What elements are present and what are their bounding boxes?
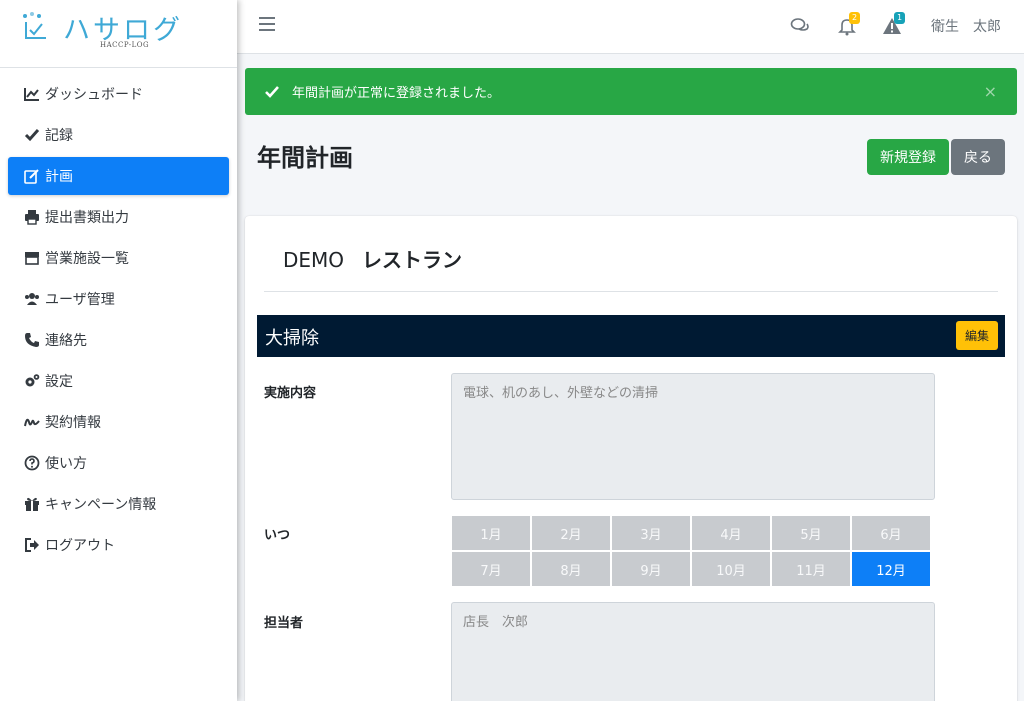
sidebar-item-contacts[interactable]: 連絡先: [8, 321, 229, 359]
sidebar-item-users[interactable]: ユーザ管理: [8, 280, 229, 318]
cogs-icon: [23, 372, 41, 390]
warning-icon[interactable]: 1: [882, 12, 906, 36]
sidebar-item-dashboard[interactable]: ダッシュボード: [8, 75, 229, 113]
month-button[interactable]: 1月: [452, 516, 530, 550]
sidebar-item-records[interactable]: 記録: [8, 116, 229, 154]
sidebar-nav: ダッシュボード 記録 計画 提出書類出力 営業施設一覧 ユーザ管理 連絡先 設定…: [8, 75, 229, 567]
check-icon: [23, 126, 41, 144]
brand[interactable]: ハサログ HACCP-LOG: [0, 0, 237, 68]
brand-subtitle: HACCP-LOG: [100, 41, 150, 49]
sidebar-item-label: ログアウト: [45, 538, 115, 554]
month-button[interactable]: 8月: [532, 552, 610, 586]
gift-icon: [23, 495, 41, 513]
back-button[interactable]: 戻る: [951, 139, 1005, 175]
month-button[interactable]: 7月: [452, 552, 530, 586]
shop-prefix: DEMO: [283, 248, 345, 272]
alert-message: 年間計画が正常に登録されました。: [292, 86, 501, 101]
edit-icon: [23, 167, 41, 185]
month-button[interactable]: 6月: [852, 516, 930, 550]
month-button[interactable]: 10月: [692, 552, 770, 586]
month-button-selected[interactable]: 12月: [852, 552, 930, 586]
sidebar-item-label: ユーザ管理: [45, 292, 115, 308]
warnings-count-badge: 1: [894, 12, 906, 24]
month-button[interactable]: 9月: [612, 552, 690, 586]
question-circle-icon: [23, 454, 41, 472]
sidebar-item-settings[interactable]: 設定: [8, 362, 229, 400]
person-in-charge-label: 担当者: [264, 616, 304, 631]
phone-icon: [23, 331, 41, 349]
sidebar-item-campaign[interactable]: キャンペーン情報: [8, 485, 229, 523]
success-alert: 年間計画が正常に登録されました。 ×: [245, 68, 1017, 115]
sidebar-item-logout[interactable]: ログアウト: [8, 526, 229, 564]
store-icon: [23, 249, 41, 267]
sidebar: ハサログ HACCP-LOG ダッシュボード 記録 計画 提出書類出力 営業施設…: [0, 0, 237, 701]
edit-button[interactable]: 編集: [956, 321, 998, 350]
sign-out-icon: [23, 536, 41, 554]
notifications-count-badge: 2: [849, 12, 861, 24]
sidebar-item-label: ダッシュボード: [45, 87, 143, 103]
sidebar-item-label: 提出書類出力: [45, 210, 129, 226]
sidebar-item-label: 契約情報: [45, 415, 101, 431]
logo-icon: [23, 12, 46, 39]
sidebar-item-help[interactable]: 使い方: [8, 444, 229, 482]
sidebar-item-label: 計画: [45, 169, 73, 185]
new-registration-button[interactable]: 新規登録: [867, 139, 949, 175]
page-title: 年間計画: [257, 144, 353, 172]
when-label: いつ: [264, 528, 291, 543]
divider: [264, 291, 998, 292]
shop-heading: DEMO レストラン: [283, 244, 462, 273]
content-field[interactable]: 電球、机のあし、外壁などの清掃: [451, 373, 935, 500]
sidebar-item-label: 使い方: [45, 456, 87, 472]
content-label: 実施内容: [264, 386, 317, 401]
month-button[interactable]: 2月: [532, 516, 610, 550]
close-icon[interactable]: ×: [984, 82, 997, 101]
check-icon: [265, 85, 279, 98]
plan-section-title: 大掃除: [265, 328, 319, 349]
sidebar-item-label: 連絡先: [45, 333, 87, 349]
signature-icon: [23, 413, 41, 431]
chart-line-icon: [23, 85, 41, 103]
menu-toggle-icon[interactable]: [259, 17, 275, 33]
sidebar-item-label: 記録: [45, 128, 73, 144]
user-menu[interactable]: 衛生 太郎: [931, 16, 1001, 36]
person-in-charge-field[interactable]: 店長 次郎: [451, 602, 935, 701]
users-icon: [23, 290, 41, 308]
plan-card: DEMO レストラン 大掃除 編集 実施内容 電球、机のあし、外壁などの清掃 いつ…: [245, 216, 1017, 701]
plan-section-header: 大掃除 編集: [257, 315, 1005, 357]
notifications-bell-icon[interactable]: 2: [837, 12, 861, 36]
print-icon: [23, 208, 41, 226]
sidebar-item-facilities[interactable]: 営業施設一覧: [8, 239, 229, 277]
sidebar-item-label: 設定: [45, 374, 73, 390]
sidebar-item-label: キャンペーン情報: [45, 497, 157, 513]
sidebar-item-plans[interactable]: 計画: [8, 157, 229, 195]
top-navbar: 2 1 衛生 太郎: [237, 0, 1024, 54]
month-button[interactable]: 4月: [692, 516, 770, 550]
sidebar-item-documents[interactable]: 提出書類出力: [8, 198, 229, 236]
sidebar-item-contract[interactable]: 契約情報: [8, 403, 229, 441]
month-selector: 1月 2月 3月 4月 5月 6月 7月 8月 9月 10月 11月 12月: [452, 516, 930, 586]
month-button[interactable]: 11月: [772, 552, 850, 586]
messages-icon[interactable]: [790, 16, 810, 36]
shop-name: レストラン: [362, 248, 463, 272]
month-button[interactable]: 5月: [772, 516, 850, 550]
month-button[interactable]: 3月: [612, 516, 690, 550]
sidebar-item-label: 営業施設一覧: [45, 251, 129, 267]
